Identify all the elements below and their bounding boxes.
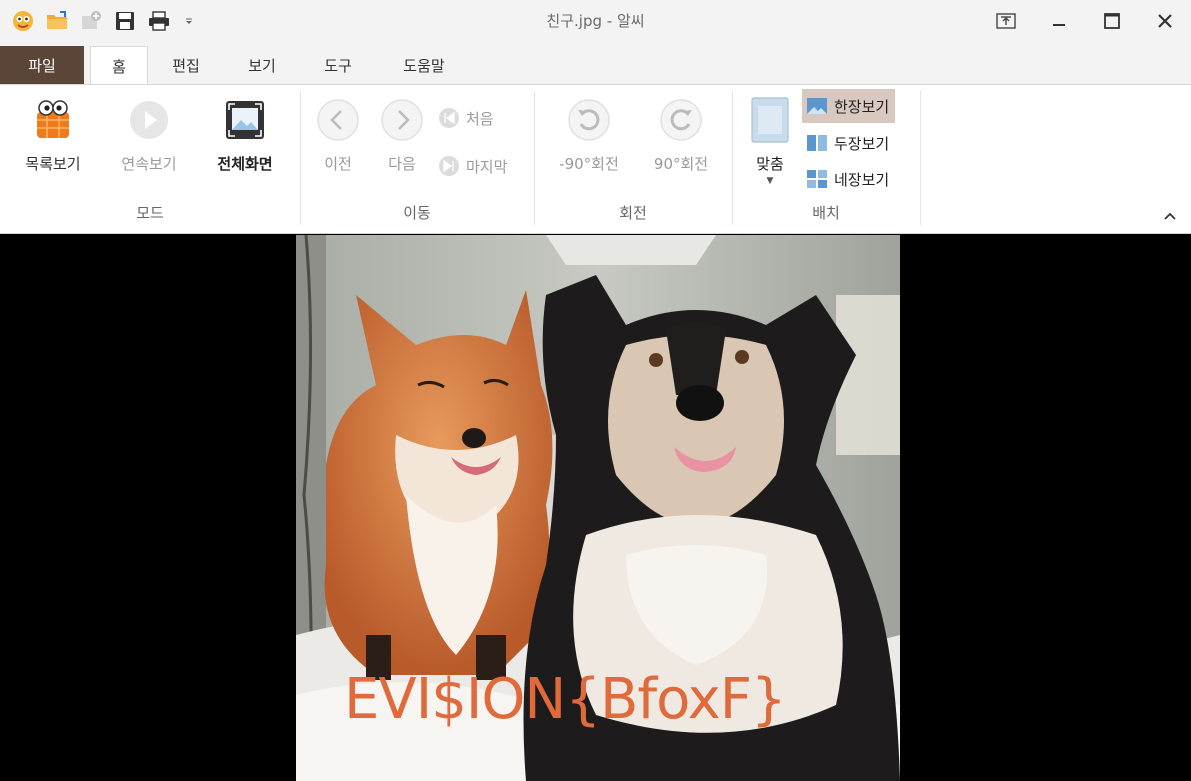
rotate-cw-button[interactable]: 90°회전 (640, 97, 722, 174)
skip-first-icon (438, 107, 460, 129)
rotate-ccw-button[interactable]: -90°회전 (548, 97, 630, 174)
close-icon[interactable] (1138, 0, 1191, 42)
collapse-ribbon-icon[interactable] (1163, 209, 1177, 225)
rotate-left-icon (566, 97, 612, 143)
single-view-label: 한장보기 (834, 97, 890, 116)
tab-tools[interactable]: 도구 (308, 46, 368, 84)
title-bar: 친구.jpg - 알씨 (0, 0, 1191, 42)
image-watermark-text: EVI$ION{BfoxF} (344, 667, 787, 732)
next-label: 다음 (388, 155, 416, 173)
group-label-move: 이동 (403, 204, 431, 222)
minimize-icon[interactable] (1032, 0, 1085, 42)
rotate-cw-label: 90°회전 (653, 155, 709, 173)
group-separator (920, 91, 921, 225)
list-view-icon (30, 97, 76, 143)
slideshow-label: 연속보기 (121, 155, 177, 173)
fit-dropdown-icon[interactable]: ▼ (742, 176, 798, 186)
maximize-icon[interactable] (1085, 0, 1138, 42)
quad-view-button[interactable]: 네장보기 (806, 165, 889, 193)
fullscreen-button[interactable]: 전체화면 (206, 97, 284, 174)
prev-button[interactable]: 이전 (310, 97, 366, 174)
slideshow-button[interactable]: 연속보기 (110, 97, 188, 174)
tab-view[interactable]: 보기 (232, 46, 292, 84)
double-view-label: 두장보기 (834, 134, 890, 153)
single-view-button[interactable]: 한장보기 (802, 89, 896, 123)
fullscreen-icon (222, 97, 268, 143)
list-view-button[interactable]: 목록보기 (14, 97, 92, 174)
fullscreen-label: 전체화면 (217, 155, 273, 173)
ribbon: 목록보기 연속보기 전체화면 모드 이전 다음 처음 마지막 이동 -90°회전… (0, 84, 1191, 234)
last-button[interactable]: 마지막 (438, 153, 507, 179)
ribbon-tab-row: 파일 홈 편집 보기 도구 도움말 (0, 42, 1191, 85)
pin-icon[interactable] (979, 0, 1032, 42)
next-button[interactable]: 다음 (374, 97, 430, 174)
skip-last-icon (438, 155, 460, 177)
quad-view-label: 네장보기 (834, 170, 890, 189)
chevron-left-icon (315, 97, 361, 143)
tab-home[interactable]: 홈 (90, 46, 148, 85)
group-label-mode: 모드 (136, 204, 164, 222)
image-viewer[interactable]: EVI$ION{BfoxF} (0, 235, 1191, 781)
prev-label: 이전 (324, 155, 352, 173)
group-label-layout: 배치 (812, 204, 840, 222)
tab-edit[interactable]: 편집 (156, 46, 216, 84)
double-view-button[interactable]: 두장보기 (806, 129, 889, 157)
fit-icon (747, 97, 793, 143)
first-button[interactable]: 처음 (438, 105, 494, 131)
quad-view-icon (806, 168, 828, 190)
group-label-rotate: 회전 (619, 204, 647, 222)
tab-help[interactable]: 도움말 (386, 46, 462, 84)
double-view-icon (806, 132, 828, 154)
list-view-label: 목록보기 (25, 155, 81, 173)
tab-file[interactable]: 파일 (0, 46, 84, 84)
last-label: 마지막 (466, 157, 508, 176)
single-view-icon (806, 95, 828, 117)
chevron-right-icon (379, 97, 425, 143)
fit-label: 맞춤 (756, 155, 784, 173)
rotate-ccw-label: -90°회전 (559, 155, 619, 173)
play-icon (126, 97, 172, 143)
window-controls (979, 0, 1191, 42)
first-label: 처음 (466, 109, 494, 128)
fit-button[interactable]: 맞춤 ▼ (742, 97, 798, 186)
rotate-right-icon (658, 97, 704, 143)
